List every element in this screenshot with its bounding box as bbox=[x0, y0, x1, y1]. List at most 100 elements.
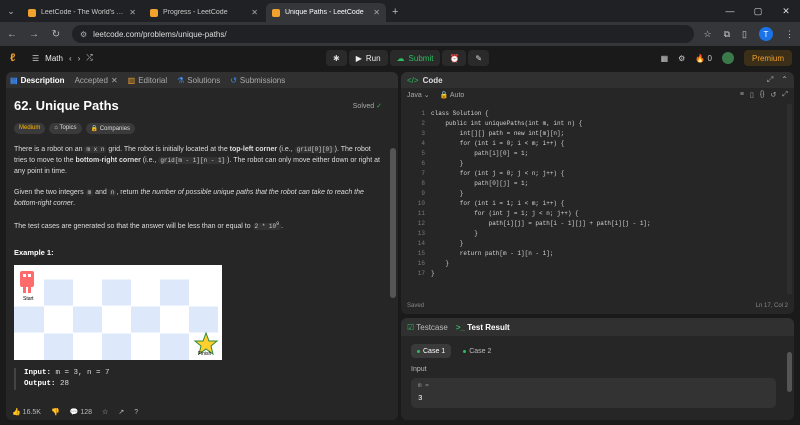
description-scrollbar[interactable] bbox=[390, 148, 396, 298]
streak-counter[interactable]: 🔥 0 bbox=[695, 54, 712, 63]
editor-scrollbar[interactable] bbox=[787, 104, 792, 294]
next-problem-icon[interactable]: › bbox=[78, 54, 81, 63]
code-line: } bbox=[431, 230, 478, 237]
tab-testcase[interactable]: ☑ Testcase bbox=[407, 323, 448, 332]
submit-button[interactable]: ☁ Submit bbox=[389, 50, 441, 66]
text: There is a robot on an bbox=[14, 146, 85, 153]
bookmark-star-icon[interactable]: ☆ bbox=[704, 29, 712, 40]
code-line: class Solution { bbox=[431, 110, 489, 117]
notes-button[interactable]: ✎ bbox=[468, 50, 490, 66]
chrome-menu-icon[interactable]: ⋮ bbox=[785, 29, 794, 40]
mode-value: Auto bbox=[449, 92, 465, 99]
description-paragraph-2: Given the two integers m and n, return t… bbox=[14, 187, 382, 209]
flask-icon: ⚗ bbox=[177, 75, 185, 85]
close-tab-icon[interactable]: ✕ bbox=[129, 8, 136, 17]
format-icon[interactable]: ≡ bbox=[740, 91, 744, 99]
sidebar-icon[interactable]: ▯ bbox=[742, 29, 747, 40]
browser-tab-2[interactable]: Progress - LeetCode ✕ bbox=[144, 3, 264, 22]
site-info-icon[interactable]: ⚙ bbox=[80, 30, 87, 39]
close-tab-icon[interactable]: ✕ bbox=[251, 8, 258, 17]
language-select[interactable]: Java ⌄ bbox=[407, 91, 430, 99]
collapse-panel-icon[interactable]: ⌃ bbox=[781, 75, 788, 85]
text: (i.e., bbox=[140, 157, 159, 164]
line-number: 12 bbox=[417, 220, 425, 227]
leetcode-header: ℓ ☰ Math ‹ › ⤮ ✱ ▶ Run ☁ Submit ⏰ ✎ ▦ ⚙ 🔥 … bbox=[0, 46, 800, 70]
new-tab-icon[interactable]: + bbox=[392, 3, 398, 22]
code-line: } bbox=[431, 190, 464, 197]
output-value: 28 bbox=[60, 380, 70, 388]
comments-button[interactable]: 💬 128 bbox=[70, 408, 92, 416]
close-window-icon[interactable]: ✕ bbox=[772, 0, 800, 22]
run-button[interactable]: ▶ Run bbox=[348, 50, 388, 66]
maximize-icon[interactable]: ▢ bbox=[744, 0, 772, 22]
line-number: 7 bbox=[421, 170, 425, 177]
close-tab-icon[interactable]: ✕ bbox=[373, 8, 380, 17]
timer-button[interactable]: ⏰ bbox=[442, 50, 467, 66]
url-text: leetcode.com/problems/unique-paths/ bbox=[93, 29, 227, 39]
topics-badge[interactable]: ⌂ Topics bbox=[49, 123, 82, 134]
tab-label: Solutions bbox=[187, 75, 221, 85]
tab-editorial[interactable]: ▥ Editorial bbox=[128, 76, 167, 85]
leetcode-logo-icon[interactable]: ℓ bbox=[10, 52, 22, 64]
tab-accepted[interactable]: Accepted ✕ bbox=[75, 76, 118, 85]
case-label: Case 2 bbox=[469, 347, 492, 355]
bookmark-icon[interactable]: ▯ bbox=[750, 91, 754, 99]
reset-icon[interactable]: ↺ bbox=[771, 91, 777, 99]
input-label: Input bbox=[411, 366, 427, 373]
companies-badge[interactable]: 🔒 Companies bbox=[85, 123, 136, 134]
code-line: } bbox=[431, 240, 464, 247]
debug-button[interactable]: ✱ bbox=[326, 50, 347, 66]
back-icon[interactable]: ← bbox=[6, 29, 18, 40]
browser-tab-1[interactable]: LeetCode - The World's Leadin ✕ bbox=[22, 3, 142, 22]
forward-icon[interactable]: → bbox=[28, 29, 40, 40]
prev-problem-icon[interactable]: ‹ bbox=[69, 54, 72, 63]
solved-status: Solved ✓ bbox=[353, 102, 382, 110]
code-editor[interactable]: 1 2 3 4 5 6 7 8 9 10 11 12 13 14 15 16 1… bbox=[401, 104, 786, 294]
case-1-button[interactable]: Case 1 bbox=[411, 344, 452, 358]
maximize-panel-icon[interactable]: ⤢ bbox=[767, 75, 773, 85]
url-field[interactable]: ⚙ leetcode.com/problems/unique-paths/ bbox=[72, 25, 694, 43]
minimize-icon[interactable]: — bbox=[716, 0, 744, 22]
dislike-button[interactable]: 👎 bbox=[51, 408, 60, 416]
result-scrollbar[interactable] bbox=[787, 352, 792, 392]
help-icon[interactable]: ? bbox=[134, 409, 138, 416]
extensions-icon[interactable]: ⧉ bbox=[724, 29, 730, 40]
tab-label: Accepted bbox=[74, 75, 108, 85]
premium-button[interactable]: Premium bbox=[743, 50, 792, 66]
tab-solutions[interactable]: ⚗ Solutions bbox=[177, 76, 220, 85]
tab-submissions[interactable]: ↺ Submissions bbox=[230, 76, 285, 85]
profile-avatar[interactable]: T bbox=[759, 27, 773, 41]
problem-list-icon[interactable]: ☰ bbox=[32, 54, 39, 63]
fullscreen-icon[interactable]: ⤢ bbox=[782, 91, 788, 99]
topics-label: Topics bbox=[59, 125, 77, 131]
tab-description[interactable]: ▤ Description bbox=[10, 76, 65, 85]
line-number: 10 bbox=[417, 200, 425, 207]
braces-icon[interactable]: {} bbox=[760, 91, 765, 99]
code-icon: </> bbox=[407, 75, 419, 85]
example-title: Example 1: bbox=[14, 248, 54, 257]
line-number: 16 bbox=[417, 260, 425, 267]
code-line: path[i][0] = 1; bbox=[431, 150, 529, 157]
problem-list-label[interactable]: Math bbox=[45, 54, 63, 63]
note-icon: ✎ bbox=[475, 53, 483, 63]
shuffle-icon[interactable]: ⤮ bbox=[86, 53, 92, 63]
like-button[interactable]: 👍 16.5K bbox=[12, 408, 41, 416]
problem-title[interactable]: 62. Unique Paths bbox=[14, 98, 119, 113]
autocomplete-toggle[interactable]: 🔒 Auto bbox=[440, 91, 465, 99]
close-tab-icon[interactable]: ✕ bbox=[111, 76, 118, 85]
tab-label: Testcase bbox=[416, 322, 448, 332]
browser-tab-3[interactable]: Unique Paths - LeetCode ✕ bbox=[266, 3, 386, 22]
settings-icon[interactable]: ⚙ bbox=[678, 54, 685, 63]
tab-search-icon[interactable]: ⌄ bbox=[0, 0, 22, 22]
streak-count: 0 bbox=[707, 53, 712, 63]
lock-icon: 🔒 bbox=[439, 92, 449, 99]
reload-icon[interactable]: ↻ bbox=[50, 29, 62, 40]
share-icon[interactable]: ↗ bbox=[118, 408, 124, 416]
tab-test-result[interactable]: >_ Test Result bbox=[456, 323, 510, 332]
line-number: 9 bbox=[421, 190, 425, 197]
case-2-button[interactable]: Case 2 bbox=[457, 344, 497, 358]
layout-icon[interactable]: ▦ bbox=[661, 54, 669, 63]
text: (i.e., bbox=[277, 146, 295, 153]
favorite-star-icon[interactable]: ☆ bbox=[102, 408, 108, 416]
user-avatar[interactable] bbox=[721, 52, 734, 64]
